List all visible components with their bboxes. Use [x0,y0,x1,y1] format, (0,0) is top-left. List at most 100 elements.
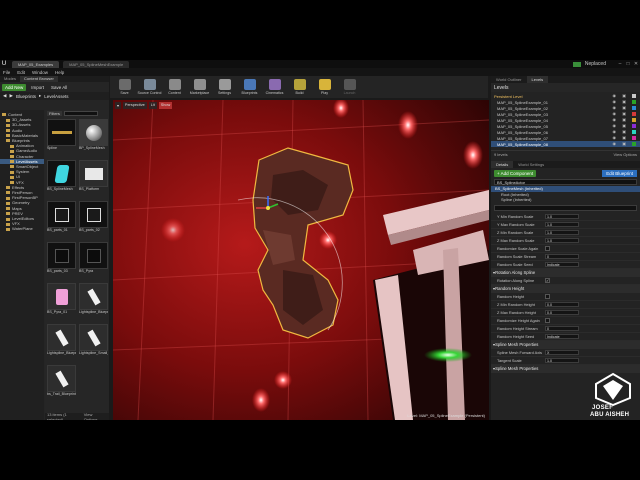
show-button[interactable]: Show [158,102,173,109]
asset-tile[interactable]: BS_parts_03 [47,242,76,281]
lock-icon[interactable]: ▣ [622,111,626,116]
visibility-eye-icon[interactable]: ◉ [613,135,617,140]
blueprints-button[interactable]: Blueprints [237,76,262,98]
component-row[interactable]: Spline (Inherited) [491,197,640,203]
tab-details[interactable]: Details [491,161,514,168]
asset-tile[interactable]: BS_SplineMesh [47,160,76,199]
property-value-field[interactable]: 1.0 [545,357,579,363]
launch-button[interactable]: Launch [337,76,362,98]
filters-button[interactable]: Filters [47,111,62,116]
visibility-eye-icon[interactable]: ◉ [613,141,617,146]
edit-blueprint-button[interactable]: Edit Blueprint [602,169,637,177]
property-value-field[interactable]: 0.0 [545,309,579,315]
visibility-eye-icon[interactable]: ◉ [613,99,617,104]
folder-item[interactable]: WaterPlane [0,226,44,231]
tab-world-outliner[interactable]: World Outliner [491,76,527,83]
level-color-swatch[interactable] [632,136,636,140]
build-button[interactable]: Build [287,76,312,98]
viewport-options-icon[interactable]: ▾ [115,102,121,109]
property-checkbox[interactable] [545,317,550,323]
close-icon[interactable]: ✕ [632,60,640,68]
lit-button[interactable]: Lit [148,102,157,109]
lock-icon[interactable]: ▣ [622,117,626,122]
level-color-swatch[interactable] [632,142,636,146]
view-options-button[interactable]: View Options [84,412,107,421]
source-control-icon[interactable] [572,61,581,67]
asset-tile[interactable]: BS_parts_02 [79,201,108,240]
level-color-swatch[interactable] [632,94,636,98]
visibility-eye-icon[interactable]: ◉ [613,123,617,128]
menu-help[interactable]: Help [55,70,64,75]
asset-tile[interactable]: BS_Pyra [79,242,108,281]
menu-edit[interactable]: Edit [17,70,25,75]
property-checkbox[interactable] [545,245,550,251]
tab-spline-mesh-example[interactable]: MAP_05_SplineMeshExample [63,60,130,68]
breadcrumb-levelassets[interactable]: LevelAssets [44,94,68,99]
level-color-swatch[interactable] [632,106,636,110]
play-button[interactable]: Play [312,76,337,98]
property-value-field[interactable]: 1.0 [545,229,579,235]
asset-tile[interactable]: Lightspline_Small_Blueprint [79,324,108,363]
maximize-icon[interactable]: □ [624,60,632,68]
property-value-field[interactable]: X [545,349,579,355]
property-checkbox[interactable] [545,277,550,283]
lock-icon[interactable]: ▣ [622,123,626,128]
save-all-button[interactable]: Save All [49,84,69,91]
section-spline-mesh[interactable]: ▾ Spline Mesh Properties [491,340,640,349]
section-rotation[interactable]: ▾ Rotation Along Spline [491,268,640,277]
tab-world-settings[interactable]: World Settings [513,161,549,168]
cinematics-button[interactable]: Cinematics [262,76,287,98]
menu-file[interactable]: File [3,70,10,75]
lock-icon[interactable]: ▣ [622,93,626,98]
property-value-field[interactable]: 1.0 [545,237,579,243]
details-search-input[interactable] [494,204,637,211]
level-color-swatch[interactable] [632,130,636,134]
lock-icon[interactable]: ▣ [622,141,626,146]
visibility-eye-icon[interactable]: ◉ [613,93,617,98]
lock-icon[interactable]: ▣ [622,99,626,104]
asset-search-input[interactable] [63,111,98,116]
property-value-field[interactable]: 1.0 [545,221,579,227]
source-control-button[interactable]: Source Control [137,76,162,98]
level-color-swatch[interactable] [632,100,636,104]
visibility-eye-icon[interactable]: ◉ [613,111,617,116]
import-button[interactable]: Import [29,84,46,91]
level-viewport[interactable]: ▾ Perspective Lit Show Level: MAP_05_Spl… [113,100,489,420]
asset-tile[interactable]: bs_Trail_Blueprint [47,365,76,404]
asset-tile[interactable]: BS_Pyra_01 [47,283,76,322]
property-value-field[interactable]: 1.0 [545,213,579,219]
save-button[interactable]: Save [112,76,137,98]
level-color-swatch[interactable] [632,124,636,128]
level-color-swatch[interactable] [632,112,636,116]
nav-forward-icon[interactable]: ▶ [9,93,12,99]
property-value-field[interactable]: 0 [545,253,579,259]
asset-tile[interactable]: Lightspline_Blueprint [47,324,76,363]
tab-content-browser[interactable]: Content Browser [20,76,58,82]
tab-map-examples[interactable]: MAP_05_Examples [12,60,60,68]
lock-icon[interactable]: ▣ [622,105,626,110]
actor-name-field[interactable]: BS_SplineActor [494,179,637,185]
property-checkbox[interactable] [545,293,550,299]
visibility-eye-icon[interactable]: ◉ [613,117,617,122]
visibility-eye-icon[interactable]: ◉ [613,105,617,110]
property-value-field[interactable]: Indicate [545,333,579,339]
marketplace-button[interactable]: Marketplace [187,76,212,98]
minimize-icon[interactable]: – [616,60,624,68]
add-new-button[interactable]: Add New [2,83,27,91]
tab-levels[interactable]: Levels [526,76,549,83]
add-component-button[interactable]: + Add Component [494,169,537,177]
level-row[interactable]: MAP_05_SplineExample_08 ◉ ▣ [491,141,640,147]
property-value-field[interactable]: 0.0 [545,301,579,307]
property-value-field[interactable]: Indicate [545,261,579,267]
asset-tile[interactable]: BS_parts_01 [47,201,76,240]
asset-tile[interactable]: Spline [47,119,76,158]
menu-window[interactable]: Window [32,70,48,75]
asset-tile[interactable]: Lightspline_Blueprint [79,283,108,322]
section-random-height[interactable]: ▾ Random Height [491,284,640,293]
asset-tile[interactable]: BP_SplineMesh [79,119,108,158]
perspective-button[interactable]: Perspective [122,102,147,109]
visibility-eye-icon[interactable]: ◉ [613,129,617,134]
content-button[interactable]: Content [162,76,187,98]
lock-icon[interactable]: ▣ [622,129,626,134]
asset-tile[interactable]: BS_Platform [79,160,108,199]
